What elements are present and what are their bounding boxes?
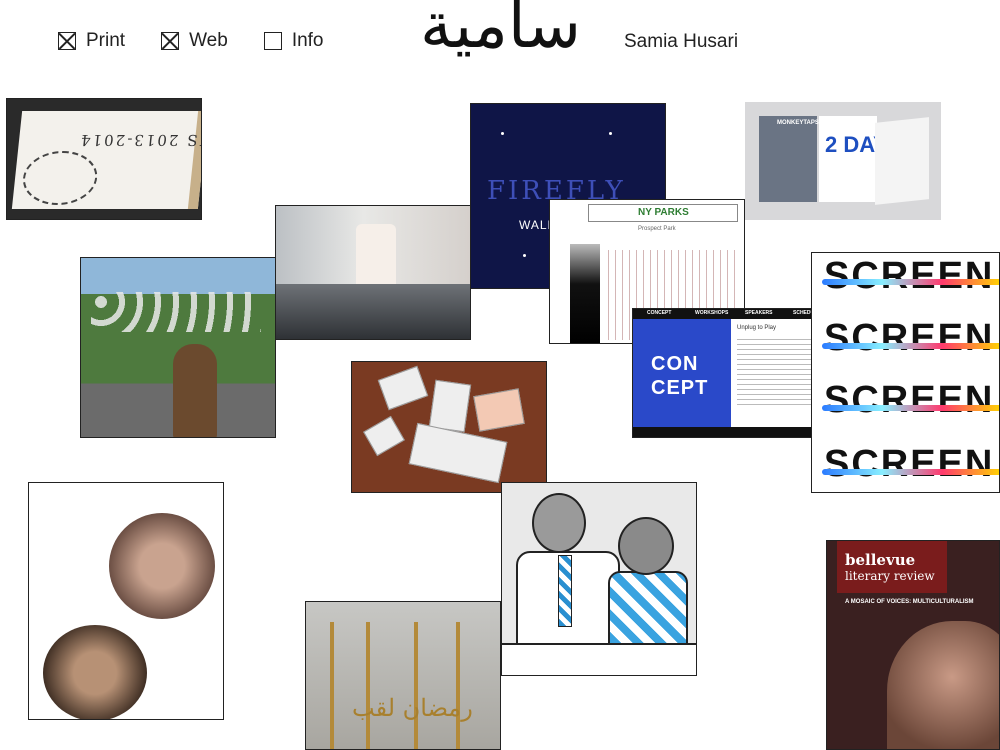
arabic-sign-text: رمضان لقب: [352, 694, 473, 722]
magazine-cover: MONKEYTAPS: [759, 116, 819, 202]
info-checkbox[interactable]: [263, 32, 282, 50]
sign-post: [330, 622, 334, 749]
concept-nav: CONCEPT WORKSHOPS SPEAKERS SCHEDULE: [633, 309, 827, 319]
project-screen[interactable]: SCREEN SCREEN SCREEN SCREEN: [811, 252, 1000, 493]
screen-word: SCREEN: [824, 443, 995, 485]
filter-web[interactable]: Web: [161, 30, 228, 52]
tattoo-circle-image: [109, 513, 215, 619]
zine-piece: [473, 388, 525, 432]
project-monkeytaps[interactable]: MONKEYTAPS 2 DAY: [745, 102, 941, 220]
filter-info-label: Info: [291, 30, 324, 51]
concept-heading: Unplug to Play: [737, 325, 777, 331]
project-concept[interactable]: CONCEPT WORKSHOPS SPEAKERS SCHEDULE CON …: [632, 308, 828, 438]
screen-swoosh: [822, 469, 999, 475]
concept-nav-item: CONCEPT: [647, 310, 672, 316]
project-arabic-signage[interactable]: رمضان لقب: [305, 601, 501, 750]
reflection-surface: [276, 284, 470, 339]
project-bellevue[interactable]: bellevue literary review A MOSAIC OF VOI…: [826, 540, 1000, 750]
screen-word: SCREEN: [824, 255, 995, 297]
project-garden-installation[interactable]: [80, 257, 276, 438]
cover-portrait: [887, 621, 999, 749]
project-paper-rolls[interactable]: [275, 205, 471, 340]
filter-print[interactable]: Print: [58, 30, 125, 52]
bellevue-subtitle: literary review: [845, 569, 935, 583]
filter-bar: Print Web Info: [58, 30, 324, 52]
bellevue-tagline: A MOSAIC OF VOICES: MULTICULTURALISM: [845, 599, 974, 605]
project-tattoo[interactable]: [28, 482, 224, 720]
garden-pattern: [91, 292, 261, 332]
portrait-circle-image: [43, 625, 147, 719]
sign-post: [366, 622, 370, 749]
nyparks-search: Prospect Park: [638, 226, 676, 232]
filter-print-label: Print: [86, 30, 126, 51]
magazine-page: [819, 116, 877, 202]
illustration-boy-head: [618, 517, 674, 575]
screen-swoosh: [822, 279, 999, 285]
magazine-spread: [875, 117, 929, 205]
zine-piece: [408, 422, 508, 484]
project-illustration[interactable]: [501, 482, 697, 676]
nyparks-legend-strip: [570, 244, 600, 343]
illustration-boy-body: [608, 571, 688, 645]
garden-person: [173, 344, 217, 437]
campus-book-image: CAMPUS 2013-2014: [11, 111, 202, 209]
project-campus[interactable]: CAMPUS 2013-2014: [6, 98, 202, 220]
print-checkbox[interactable]: [58, 32, 76, 50]
concept-word-1: CON: [651, 353, 699, 375]
screen-swoosh: [822, 343, 999, 349]
concept-footer: [633, 427, 827, 437]
concept-hero: CON CEPT: [633, 319, 731, 427]
sign-post: [414, 622, 418, 749]
bellevue-title: bellevue: [845, 551, 916, 569]
illustration-table: [502, 643, 696, 675]
zine-piece: [377, 365, 429, 411]
star-dot: [523, 254, 526, 257]
illustration-tie: [558, 555, 572, 627]
zine-piece: [428, 379, 472, 433]
filter-web-label: Web: [189, 30, 228, 51]
magazine-masthead: MONKEYTAPS: [777, 120, 819, 126]
project-zine[interactable]: [351, 361, 547, 493]
sign-post: [456, 622, 460, 749]
illustration-man-head: [532, 493, 586, 553]
web-checkbox[interactable]: [161, 32, 180, 50]
designer-name[interactable]: Samia Husari: [624, 31, 738, 53]
site-logo[interactable]: سامية: [420, 0, 581, 58]
filter-info[interactable]: Info: [263, 30, 324, 52]
concept-nav-item: WORKSHOPS: [695, 310, 729, 316]
screen-swoosh: [822, 405, 999, 411]
screen-word: SCREEN: [824, 379, 995, 421]
nyparks-title: NY PARKS: [638, 207, 689, 218]
campus-pattern: [20, 151, 100, 205]
concept-word-2: CEPT: [651, 377, 709, 399]
screen-word: SCREEN: [824, 317, 995, 359]
campus-title: CAMPUS 2013-2014: [78, 131, 202, 149]
star-dot: [609, 132, 612, 135]
zine-piece: [363, 415, 405, 457]
concept-nav-item: SPEAKERS: [745, 310, 773, 316]
star-dot: [501, 132, 504, 135]
